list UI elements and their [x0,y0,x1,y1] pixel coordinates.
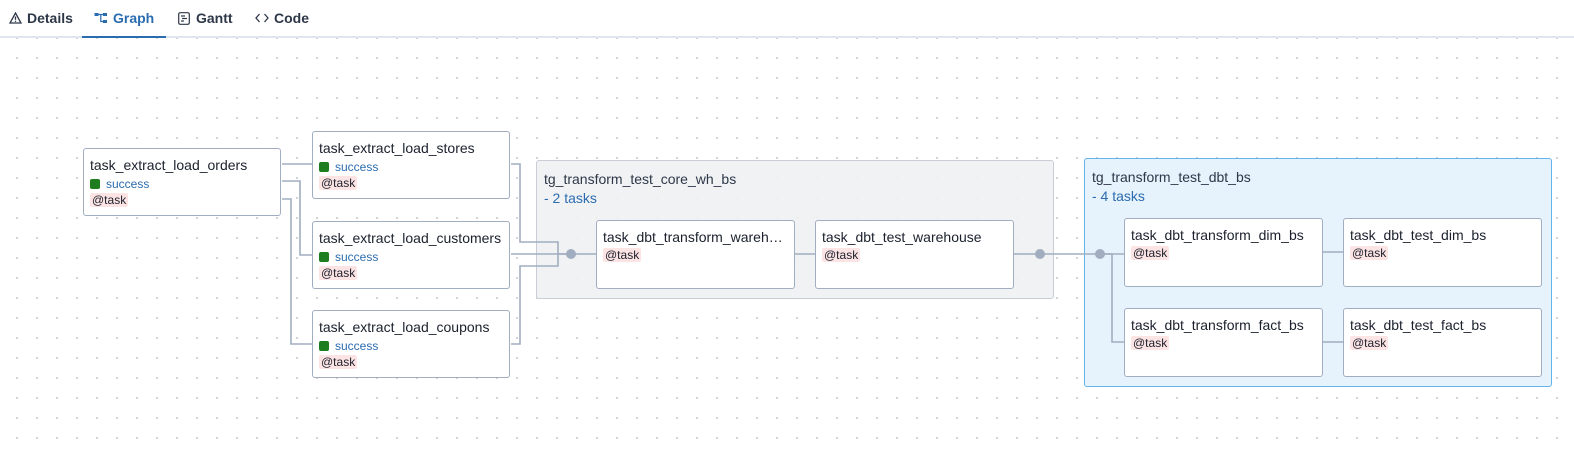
tab-details-label: Details [27,10,73,26]
tab-graph[interactable]: Graph [82,0,167,38]
tab-graph-label: Graph [113,10,155,26]
status-square-icon [90,179,100,189]
task-node-dbt-transform-warehouse[interactable]: task_dbt_transform_wareh… @task [596,220,795,289]
task-group-expand-link[interactable]: - 2 tasks [544,190,597,206]
operator-badge: @task [1350,246,1389,260]
task-node-dbt-test-dim[interactable]: task_dbt_test_dim_bs @task [1343,218,1542,287]
task-status: success [319,339,378,353]
task-name: task_extract_load_stores [319,140,475,156]
task-node-coupons[interactable]: task_extract_load_coupons success @task [312,310,510,378]
task-name: task_extract_load_orders [90,157,248,173]
task-node-customers[interactable]: task_extract_load_customers success @tas… [312,221,510,289]
task-status: success [319,160,378,174]
warning-triangle-icon [8,11,22,25]
task-node-dbt-test-fact[interactable]: task_dbt_test_fact_bs @task [1343,308,1542,377]
operator-badge: @task [1131,246,1170,260]
task-name: task_dbt_transform_dim_bs [1131,227,1304,243]
operator-badge: @task [90,193,129,207]
task-node-orders[interactable]: task_extract_load_orders success @task [83,148,281,216]
task-group-collapse-link[interactable]: - 4 tasks [1092,188,1145,204]
task-status: success [90,177,149,191]
task-node-dbt-transform-fact[interactable]: task_dbt_transform_fact_bs @task [1124,308,1323,377]
operator-badge: @task [822,248,861,262]
operator-badge: @task [1131,336,1170,350]
tab-bar: Details Graph Gantt Code [0,0,1574,38]
tab-code-label: Code [274,10,309,26]
operator-badge: @task [319,176,358,190]
task-status: success [319,250,378,264]
group-join-dot [1095,249,1105,259]
task-group-title: tg_transform_test_dbt_bs [1092,169,1251,185]
operator-badge: @task [319,355,358,369]
task-group-title: tg_transform_test_core_wh_bs [544,171,737,187]
task-name: task_dbt_test_warehouse [822,229,982,245]
status-square-icon [319,252,329,262]
task-name: task_dbt_transform_fact_bs [1131,317,1304,333]
task-node-stores[interactable]: task_extract_load_stores success @task [312,131,510,199]
group-join-dot [566,249,576,259]
operator-badge: @task [319,266,358,280]
operator-badge: @task [603,248,642,262]
task-name: task_dbt_transform_wareh… [603,229,783,245]
task-name: task_extract_load_coupons [319,319,490,335]
tab-details[interactable]: Details [8,0,73,36]
task-node-dbt-transform-dim[interactable]: task_dbt_transform_dim_bs @task [1124,218,1323,287]
status-square-icon [319,341,329,351]
group-join-dot [1035,249,1045,259]
task-status-label: success [335,250,379,264]
task-status-label: success [335,339,379,353]
tab-gantt-label: Gantt [196,10,233,26]
task-name: task_dbt_test_fact_bs [1350,317,1487,333]
code-icon [255,11,269,25]
task-name: task_dbt_test_dim_bs [1350,227,1487,243]
task-name: task_extract_load_customers [319,230,502,246]
graph-icon [94,11,108,25]
status-square-icon [319,162,329,172]
task-status-label: success [106,177,150,191]
task-node-dbt-test-warehouse[interactable]: task_dbt_test_warehouse @task [815,220,1014,289]
operator-badge: @task [1350,336,1389,350]
task-status-label: success [335,160,379,174]
gantt-icon [177,11,191,25]
tab-gantt[interactable]: Gantt [177,0,233,36]
tab-code[interactable]: Code [255,0,309,36]
